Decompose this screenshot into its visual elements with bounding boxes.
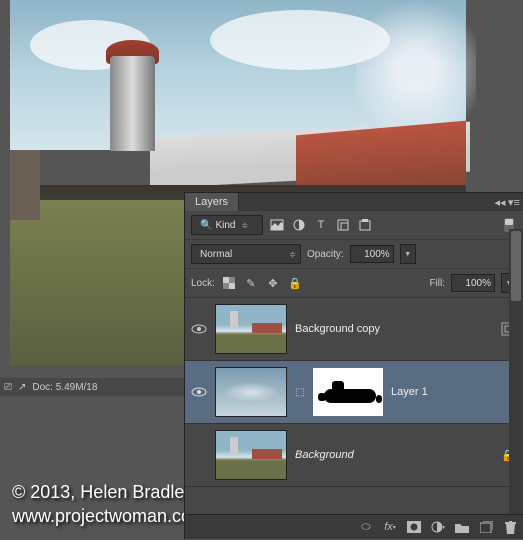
layers-tab[interactable]: Layers xyxy=(185,193,239,211)
delete-layer-icon[interactable] xyxy=(503,520,517,534)
layer-row[interactable]: ⬚ Layer 1 xyxy=(185,361,523,424)
filter-smart-icon[interactable] xyxy=(357,217,373,233)
visibility-toggle[interactable] xyxy=(191,384,207,400)
lock-transparency-icon[interactable] xyxy=(221,275,237,291)
lock-all-icon[interactable]: 🔒 xyxy=(287,275,303,291)
add-mask-icon[interactable] xyxy=(407,520,421,534)
layers-panel: Layers ◂◂ ▾≡ 🔍Kind≑ T Normal≑ Opacity: 1… xyxy=(184,192,523,539)
panel-footer: ⬭ fx▾ ▾ xyxy=(185,514,523,539)
opacity-dropdown-arrow[interactable]: ▼ xyxy=(400,244,416,264)
layer-thumbnail[interactable] xyxy=(215,430,287,480)
filter-shape-icon[interactable] xyxy=(335,217,351,233)
layer-row[interactable]: Background 🔒 xyxy=(185,424,523,487)
filter-pixel-icon[interactable] xyxy=(269,217,285,233)
layers-list: Background copy ⬚ Layer 1 Background xyxy=(185,298,523,506)
blend-mode-dropdown[interactable]: Normal≑ xyxy=(191,244,301,264)
layer-row[interactable]: Background copy xyxy=(185,298,523,361)
layer-style-icon[interactable]: fx▾ xyxy=(383,520,397,534)
filter-row: 🔍Kind≑ T xyxy=(185,211,523,240)
link-layers-icon[interactable]: ⬭ xyxy=(359,520,373,534)
layer-thumbnail[interactable] xyxy=(215,367,287,417)
mask-link-icon[interactable]: ⬚ xyxy=(295,387,305,398)
fill-label: Fill: xyxy=(429,278,445,289)
copyright-line2: www.projectwoman.com xyxy=(12,505,206,528)
opacity-label: Opacity: xyxy=(307,249,344,260)
layer-thumbnail[interactable] xyxy=(215,304,287,354)
lock-position-icon[interactable]: ✥ xyxy=(265,275,281,291)
layer-name[interactable]: Background copy xyxy=(295,323,493,335)
opacity-input[interactable]: 100% xyxy=(350,245,394,263)
copyright: © 2013, Helen Bradley www.projectwoman.c… xyxy=(12,481,206,528)
panel-menu-icon[interactable]: ▾≡ xyxy=(507,196,521,209)
status-bar: ⎚ ↗ Doc: 5.49M/18 xyxy=(0,378,188,396)
blend-row: Normal≑ Opacity: 100% ▼ xyxy=(185,240,523,269)
filter-type-icon[interactable]: T xyxy=(313,217,329,233)
panel-collapse-icon[interactable]: ◂◂ xyxy=(493,196,507,209)
filter-adjust-icon[interactable] xyxy=(291,217,307,233)
filter-kind-dropdown[interactable]: 🔍Kind≑ xyxy=(191,215,263,235)
new-layer-icon[interactable] xyxy=(479,520,493,534)
lock-row: Lock: ✎ ✥ 🔒 Fill: 100% ▼ xyxy=(185,269,523,298)
layer-name[interactable]: Layer 1 xyxy=(391,386,517,398)
export-icon[interactable]: ⎚ xyxy=(4,382,12,393)
panel-header: Layers ◂◂ ▾≡ xyxy=(185,193,523,211)
fill-input[interactable]: 100% xyxy=(451,274,495,292)
adjustment-layer-icon[interactable]: ▾ xyxy=(431,520,445,534)
visibility-toggle[interactable] xyxy=(191,447,207,463)
share-icon[interactable]: ↗ xyxy=(18,382,26,393)
lock-label: Lock: xyxy=(191,278,215,289)
group-icon[interactable] xyxy=(455,520,469,534)
layers-scrollbar[interactable] xyxy=(509,229,523,515)
layer-name[interactable]: Background xyxy=(295,449,493,461)
lock-pixels-icon[interactable]: ✎ xyxy=(243,275,259,291)
visibility-toggle[interactable] xyxy=(191,321,207,337)
copyright-line1: © 2013, Helen Bradley xyxy=(12,481,206,504)
doc-info: Doc: 5.49M/18 xyxy=(32,382,97,393)
layer-mask-thumbnail[interactable] xyxy=(313,368,383,416)
